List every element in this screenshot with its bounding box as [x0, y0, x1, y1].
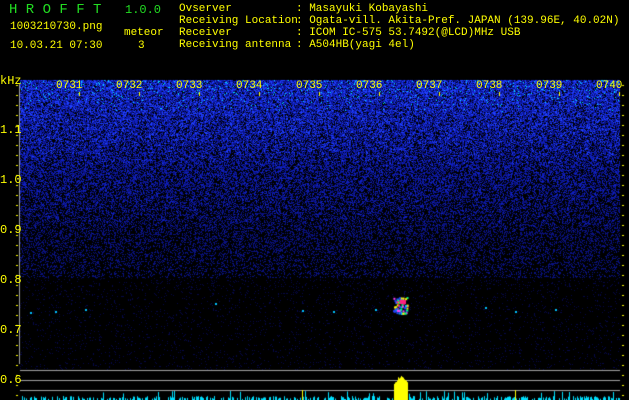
- info-value: : Masayuki Kobayashi: [296, 3, 429, 15]
- spectrogram: [0, 0, 629, 400]
- y-tick-label: 0.7: [0, 323, 22, 337]
- x-tick-label: 0737: [416, 80, 443, 92]
- filename: 1003210730.png: [10, 21, 103, 33]
- x-tick-label: 0740: [596, 80, 623, 92]
- info-label: Receiving Location: [179, 15, 298, 27]
- info-value: : A504HB(yagi 4el): [296, 39, 415, 51]
- info-label: Ovserver: [179, 3, 232, 15]
- datetime: 10.03.21 07:30: [10, 40, 103, 52]
- info-value: : ICOM IC-575 53.7492(@LCD)MHz USB: [296, 27, 521, 39]
- app-version: 1.0.0: [125, 3, 162, 17]
- info-label: Receiver: [179, 27, 232, 39]
- y-tick-label: 1.0: [0, 173, 22, 187]
- x-tick-label: 0739: [536, 80, 563, 92]
- x-tick-label: 0735: [296, 80, 323, 92]
- y-tick-label: 0.8: [0, 273, 22, 287]
- info-value: : Ogata-vill. Akita-Pref. JAPAN (139.96E…: [296, 15, 620, 27]
- y-axis-unit: kHz: [0, 74, 22, 88]
- x-tick-label: 0736: [356, 80, 383, 92]
- y-tick-label: 0.9: [0, 223, 22, 237]
- x-tick-label: 0731: [56, 80, 83, 92]
- x-tick-label: 0738: [476, 80, 503, 92]
- meteor-label: meteor: [124, 27, 164, 39]
- info-label: Receiving antenna: [179, 39, 292, 51]
- y-tick-label: 1.1: [0, 123, 22, 137]
- y-tick-label: 0.6: [0, 373, 22, 387]
- meteor-count: 3: [138, 40, 145, 52]
- x-tick-label: 0734: [236, 80, 263, 92]
- x-tick-label: 0733: [176, 80, 203, 92]
- app-name: H R O F F T: [9, 2, 102, 18]
- x-tick-label: 0732: [116, 80, 143, 92]
